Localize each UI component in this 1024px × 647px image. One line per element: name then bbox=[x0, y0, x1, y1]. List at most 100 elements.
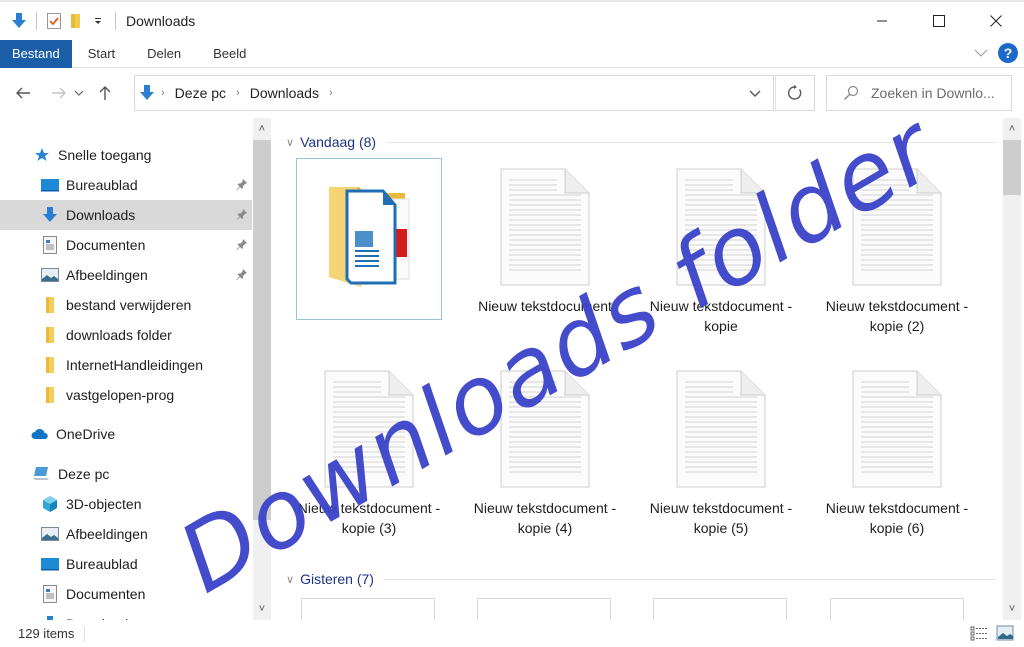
content-scroll-thumb[interactable] bbox=[1003, 140, 1021, 195]
back-button[interactable] bbox=[10, 80, 36, 106]
pictures-icon bbox=[40, 266, 60, 284]
minimize-button[interactable] bbox=[853, 2, 910, 40]
file-item[interactable]: Nieuw tekstdocument - kopie bbox=[648, 158, 794, 344]
sidebar-item-snelle-toegang[interactable]: Snelle toegang bbox=[0, 140, 252, 170]
pin-icon[interactable] bbox=[236, 178, 248, 190]
address-dropdown-icon[interactable] bbox=[749, 90, 761, 98]
close-icon bbox=[989, 15, 1002, 27]
file-item[interactable]: Nieuw tekstdocument - kopie (6) bbox=[824, 360, 970, 546]
divider bbox=[383, 578, 996, 580]
large-icons-view-icon[interactable] bbox=[996, 625, 1014, 641]
sidebar-item-afbeeldingen[interactable]: Afbeeldingen bbox=[0, 260, 252, 290]
maximize-button[interactable] bbox=[910, 2, 967, 40]
sidebar-item-downloads[interactable]: Downloads bbox=[0, 200, 252, 230]
address-bar[interactable]: › Deze pc › Downloads › bbox=[134, 75, 774, 111]
sidebar-label: Documenten bbox=[66, 237, 146, 253]
file-item-partial[interactable] bbox=[653, 598, 787, 620]
download-icon bbox=[140, 85, 154, 100]
breadcrumb-deze-pc[interactable]: Deze pc bbox=[175, 85, 226, 101]
sidebar-item-vastgelopen-prog[interactable]: vastgelopen-prog bbox=[0, 380, 252, 410]
text-document-icon bbox=[676, 370, 766, 488]
up-button[interactable] bbox=[92, 80, 118, 106]
group-header-gisteren[interactable]: ∨ Gisteren (7) bbox=[286, 569, 996, 589]
text-document-icon bbox=[500, 168, 590, 286]
chevron-right-icon[interactable]: › bbox=[329, 87, 333, 99]
details-view-icon[interactable] bbox=[970, 625, 988, 641]
file-name: Nieuw tekstdocument bbox=[478, 298, 612, 314]
sidebar-label: OneDrive bbox=[56, 426, 116, 442]
folder-icon bbox=[40, 386, 60, 404]
sidebar-label: Bureaublad bbox=[66, 177, 138, 193]
tab-beeld[interactable]: Beeld bbox=[197, 40, 262, 68]
new-folder-icon[interactable] bbox=[65, 10, 87, 32]
search-input[interactable]: Zoeken in Downlo... bbox=[871, 85, 995, 101]
sidebar-item-onedrive[interactable]: OneDrive bbox=[0, 419, 252, 449]
sidebar-item-downloads-folder[interactable]: downloads folder bbox=[0, 320, 252, 350]
close-button[interactable] bbox=[967, 2, 1024, 40]
scroll-down-icon[interactable]: ˅ bbox=[1003, 600, 1021, 618]
scroll-up-icon[interactable]: ˄ bbox=[253, 120, 271, 138]
desktop-icon bbox=[40, 176, 60, 194]
file-item-partial[interactable] bbox=[477, 598, 611, 620]
search-box[interactable]: Zoeken in Downlo... bbox=[826, 75, 1012, 111]
sidebar-label: Afbeeldingen bbox=[66, 526, 148, 542]
star-icon bbox=[32, 146, 52, 164]
file-item[interactable]: Nieuw tekstdocument - kopie (2) bbox=[824, 158, 970, 344]
file-item-partial[interactable] bbox=[301, 598, 435, 620]
minimize-icon bbox=[876, 20, 887, 22]
navigation-bar: › Deze pc › Downloads › Zoeken in Downlo… bbox=[0, 68, 1024, 118]
tab-bestand[interactable]: Bestand bbox=[0, 39, 72, 68]
help-button[interactable]: ? bbox=[998, 43, 1018, 63]
libreoffice-folder-icon bbox=[329, 187, 410, 287]
download-arrow-icon[interactable] bbox=[8, 10, 30, 32]
pin-icon[interactable] bbox=[236, 208, 248, 220]
breadcrumb-downloads[interactable]: Downloads bbox=[250, 85, 319, 101]
sidebar-item-bureaublad[interactable]: Bureaublad bbox=[0, 170, 252, 200]
sidebar-scrollbar[interactable]: ˄ ˅ bbox=[253, 118, 271, 620]
file-item-folder[interactable] bbox=[296, 158, 442, 320]
window-title: Downloads bbox=[126, 13, 196, 29]
sidebar-item-downloads-pc[interactable]: Downloads bbox=[0, 609, 252, 620]
file-name: Nieuw tekstdocument - kopie bbox=[649, 298, 793, 334]
file-item[interactable]: Nieuw tekstdocument bbox=[472, 158, 618, 344]
tab-delen[interactable]: Delen bbox=[131, 40, 197, 68]
chevron-right-icon[interactable]: › bbox=[236, 87, 240, 99]
title-bar: Downloads bbox=[0, 0, 1024, 40]
content-scrollbar[interactable]: ˄ ˅ bbox=[1003, 118, 1021, 620]
chevron-down-icon[interactable]: ∨ bbox=[286, 136, 294, 149]
file-list: ∨ Vandaag (8) Nieuw tekstdocument Nieuw … bbox=[272, 118, 1002, 620]
sidebar-item-documenten-pc[interactable]: Documenten bbox=[0, 579, 252, 609]
forward-button[interactable] bbox=[46, 80, 72, 106]
desktop-icon bbox=[40, 555, 60, 573]
text-document-icon bbox=[324, 370, 414, 488]
chevron-down-icon[interactable]: ∨ bbox=[286, 573, 294, 586]
sidebar-label: bestand verwijderen bbox=[66, 297, 192, 313]
file-item[interactable]: Nieuw tekstdocument - kopie (5) bbox=[648, 360, 794, 546]
file-item[interactable]: Nieuw tekstdocument - kopie (3) bbox=[296, 360, 442, 546]
group-header-vandaag[interactable]: ∨ Vandaag (8) bbox=[286, 132, 996, 152]
sidebar-item-3d-objecten[interactable]: 3D-objecten bbox=[0, 489, 252, 519]
text-document-icon bbox=[852, 168, 942, 286]
sidebar-item-internethandleidingen[interactable]: InternetHandleidingen bbox=[0, 350, 252, 380]
pin-icon[interactable] bbox=[236, 238, 248, 250]
scroll-up-icon[interactable]: ˄ bbox=[1003, 120, 1021, 138]
sidebar-item-documenten[interactable]: Documenten bbox=[0, 230, 252, 260]
tab-start[interactable]: Start bbox=[72, 40, 131, 68]
sidebar-item-afbeeldingen-pc[interactable]: Afbeeldingen bbox=[0, 519, 252, 549]
recent-locations-button[interactable] bbox=[72, 80, 86, 106]
expand-ribbon-icon[interactable] bbox=[974, 48, 988, 58]
customize-dropdown-icon[interactable] bbox=[87, 10, 109, 32]
file-name: Nieuw tekstdocument - kopie (5) bbox=[649, 500, 793, 536]
download-icon bbox=[40, 206, 60, 224]
sidebar-item-bestand-verwijderen[interactable]: bestand verwijderen bbox=[0, 290, 252, 320]
sidebar-item-bureaublad-pc[interactable]: Bureaublad bbox=[0, 549, 252, 579]
group-label: Gisteren (7) bbox=[300, 571, 374, 587]
scroll-down-icon[interactable]: ˅ bbox=[253, 600, 271, 618]
file-item[interactable]: Nieuw tekstdocument - kopie (4) bbox=[472, 360, 618, 546]
sidebar-item-deze-pc[interactable]: Deze pc bbox=[0, 459, 252, 489]
sidebar-scroll-thumb[interactable] bbox=[253, 140, 271, 520]
pin-icon[interactable] bbox=[236, 268, 248, 280]
properties-icon[interactable] bbox=[43, 10, 65, 32]
refresh-button[interactable] bbox=[775, 75, 815, 111]
file-item-partial[interactable] bbox=[830, 598, 964, 620]
